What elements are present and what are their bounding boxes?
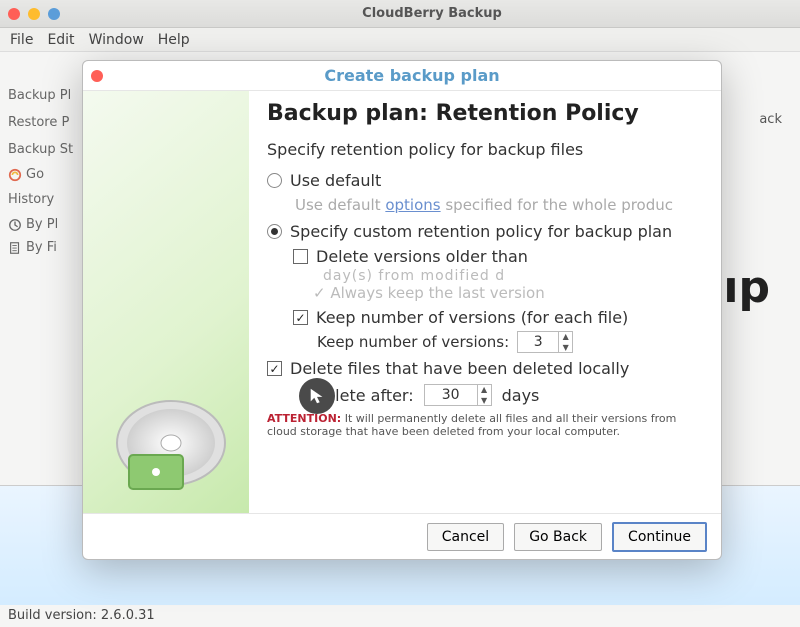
window-controls — [8, 8, 60, 20]
dialog-titlebar: Create backup plan — [83, 61, 721, 91]
menu-edit[interactable]: Edit — [47, 32, 74, 48]
checkbox-checked-icon — [293, 310, 308, 325]
side-history-by-file[interactable]: By Fi — [6, 236, 74, 259]
keep-versions-spinbox[interactable]: 3 ▲ ▼ — [517, 331, 573, 353]
close-window-icon[interactable] — [8, 8, 20, 20]
cancel-button[interactable]: Cancel — [427, 523, 504, 551]
menubar: File Edit Window Help — [0, 28, 800, 52]
spinbox-up-icon[interactable]: ▲ — [559, 331, 572, 342]
spinbox-up-icon[interactable]: ▲ — [478, 384, 491, 395]
keep-versions-label: Keep number of versions (for each file) — [316, 308, 628, 327]
wizard-sidebar — [83, 91, 249, 513]
spinbox-arrows: ▲ ▼ — [558, 331, 572, 353]
delete-after-value: 30 — [425, 387, 477, 403]
maximize-window-icon[interactable] — [48, 8, 60, 20]
hint-suffix: specified for the whole produc — [441, 196, 673, 214]
checkbox-delete-locally[interactable]: Delete files that have been deleted loca… — [267, 359, 703, 378]
checkbox-checked-icon — [267, 361, 282, 376]
dialog-button-bar: Cancel Go Back Continue — [83, 513, 721, 559]
side-history: History — [6, 186, 74, 213]
keep-versions-value: 3 — [518, 334, 558, 350]
menu-file[interactable]: File — [10, 32, 33, 48]
delete-older-params-cut: day(s) from modified d — [323, 268, 703, 284]
checkbox-icon — [293, 249, 308, 264]
checkbox-keep-versions[interactable]: Keep number of versions (for each file) — [293, 308, 703, 327]
options-link[interactable]: options — [385, 196, 440, 214]
side-backup-storage: Backup St — [6, 136, 74, 163]
dialog-close-icon[interactable] — [91, 70, 103, 82]
menu-window[interactable]: Window — [89, 32, 144, 48]
file-icon — [8, 241, 22, 255]
attention-label: ATTENTION: — [267, 412, 341, 425]
hint-prefix: Use default — [295, 196, 385, 214]
wizard-main: Backup plan: Retention Policy Specify re… — [249, 91, 721, 513]
radio-use-default-label: Use default — [290, 171, 381, 190]
create-backup-dialog: Create backup plan Backup plan: Retentio… — [82, 60, 722, 560]
checkbox-delete-older[interactable]: Delete versions older than — [293, 247, 703, 266]
side-backup-plans[interactable]: Backup Pl — [6, 82, 74, 109]
attention-note: ATTENTION: It will permanently delete al… — [267, 412, 703, 438]
side-storage-item[interactable]: Go — [6, 163, 74, 186]
delete-older-label: Delete versions older than — [316, 247, 528, 266]
go-back-button[interactable]: Go Back — [514, 523, 602, 551]
dialog-title: Create backup plan — [111, 66, 713, 85]
status-build-version: Build version: 2.6.0.31 — [8, 608, 155, 623]
side-history-by-plan[interactable]: By Pl — [6, 213, 74, 236]
delete-after-unit: days — [502, 386, 540, 405]
delete-after-row: Delete after: 30 ▲ ▼ days — [303, 384, 703, 406]
disc-illustration-icon — [111, 373, 231, 493]
main-titlebar: CloudBerry Backup — [0, 0, 800, 28]
google-cloud-icon — [8, 168, 22, 182]
delete-locally-label: Delete files that have been deleted loca… — [290, 359, 629, 378]
keep-versions-prompt: Keep number of versions: — [317, 333, 509, 351]
radio-icon — [267, 173, 282, 188]
cursor-indicator-icon — [299, 378, 335, 414]
side-by-plan-label: By Pl — [26, 217, 58, 232]
radio-custom-policy[interactable]: Specify custom retention policy for back… — [267, 222, 703, 241]
delete-after-spinbox[interactable]: 30 ▲ ▼ — [424, 384, 492, 406]
radio-selected-icon — [267, 224, 282, 239]
dialog-body: Backup plan: Retention Policy Specify re… — [83, 91, 721, 513]
side-restore-plans[interactable]: Restore P — [6, 109, 74, 136]
radio-custom-label: Specify custom retention policy for back… — [290, 222, 672, 241]
minimize-window-icon[interactable] — [28, 8, 40, 20]
side-by-file-label: By Fi — [26, 240, 57, 255]
spinbox-down-icon[interactable]: ▼ — [478, 395, 491, 406]
always-keep-last-faded: ✓ Always keep the last version — [313, 284, 703, 302]
app-title: CloudBerry Backup — [72, 6, 792, 21]
bg-back-fragment: ack — [759, 112, 782, 127]
page-heading: Backup plan: Retention Policy — [267, 101, 703, 126]
clock-icon — [8, 218, 22, 232]
menu-help[interactable]: Help — [158, 32, 190, 48]
spinbox-down-icon[interactable]: ▼ — [559, 342, 572, 353]
bg-large-text-fragment: ıp — [723, 262, 770, 313]
spinbox-arrows: ▲ ▼ — [477, 384, 491, 406]
radio-use-default[interactable]: Use default — [267, 171, 703, 190]
continue-button[interactable]: Continue — [612, 522, 707, 552]
default-hint: Use default options specified for the wh… — [295, 196, 703, 214]
section-label: Specify retention policy for backup file… — [267, 140, 703, 159]
side-storage-label: Go — [26, 167, 44, 182]
keep-versions-row: Keep number of versions: 3 ▲ ▼ — [317, 331, 703, 353]
